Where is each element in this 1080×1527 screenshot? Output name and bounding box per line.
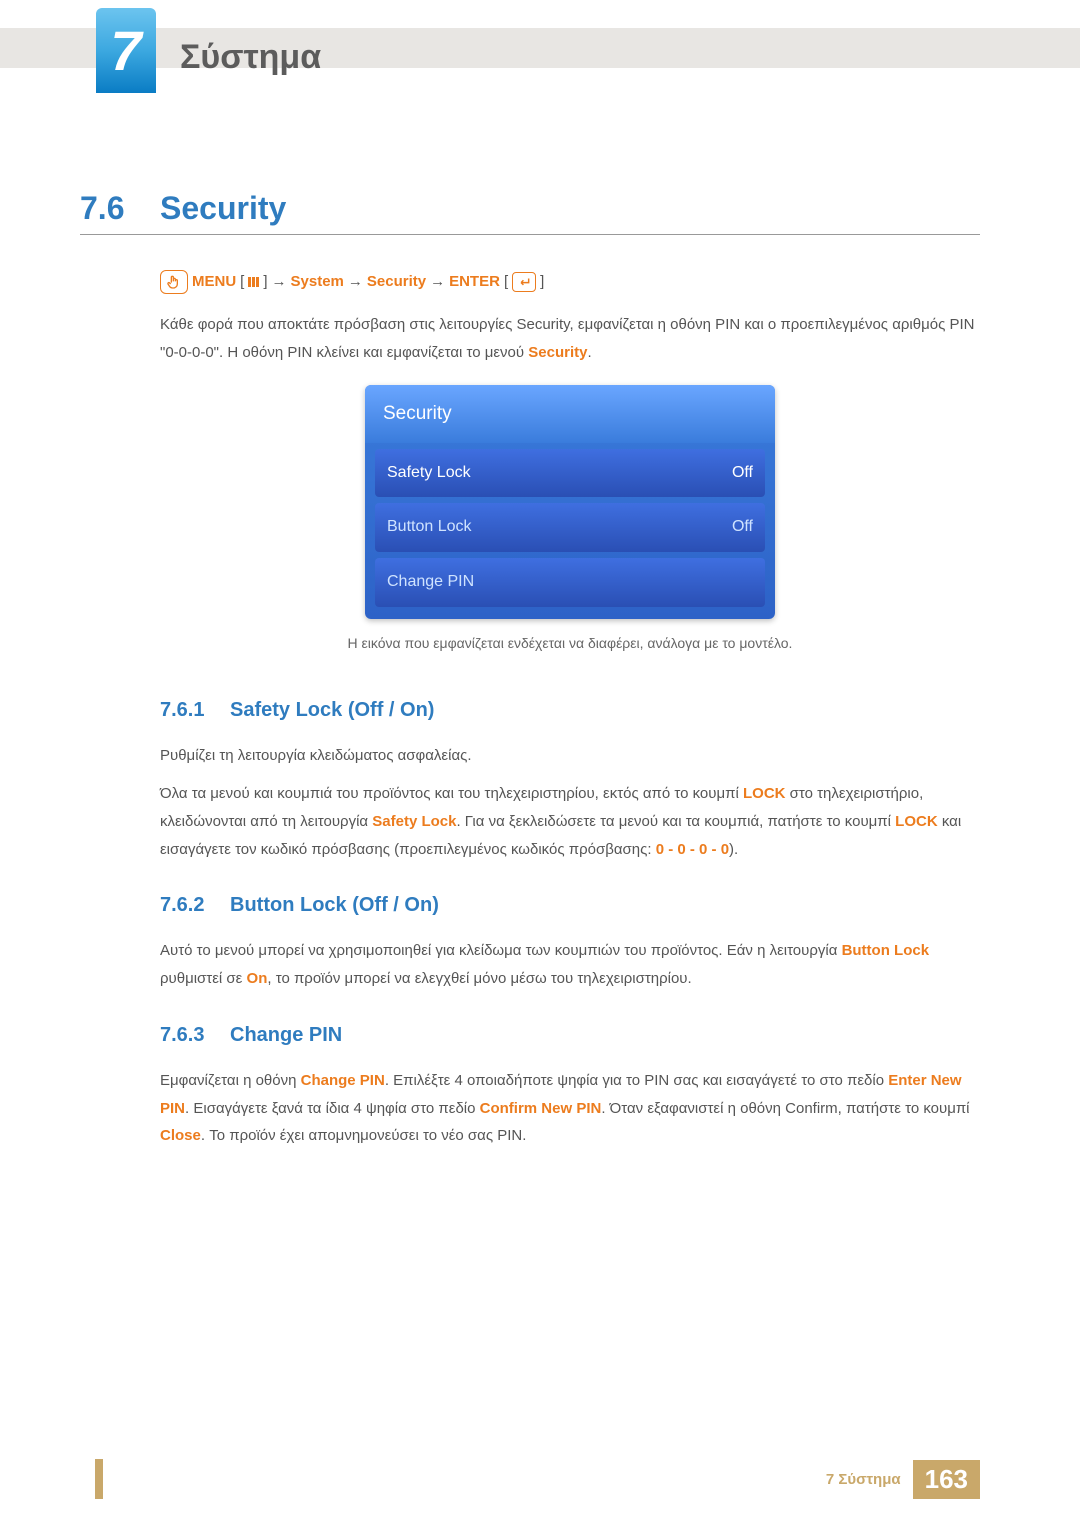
safety-lock-word: Safety Lock (372, 813, 456, 830)
row-label: Change PIN (387, 568, 474, 597)
bracket-close: ] (540, 268, 544, 295)
on-word: On (247, 970, 268, 987)
bracket-open: [ (504, 268, 508, 295)
s1-p2: Όλα τα μενού και κουμπιά του προϊόντος κ… (160, 780, 980, 863)
close-word: Close (160, 1127, 201, 1144)
button-lock-word: Button Lock (842, 942, 930, 959)
binding-mark (95, 1459, 103, 1499)
txt: . Το προϊόν έχει απομνημονεύσει το νέο σ… (201, 1127, 527, 1144)
hand-icon (160, 270, 188, 294)
enter-icon (512, 272, 536, 292)
header-banner (0, 28, 1080, 68)
change-pin-word: Change PIN (301, 1072, 385, 1089)
arrow-icon: → (430, 268, 445, 295)
enter-label: ENTER (449, 268, 500, 295)
screenshot-caption: Η εικόνα που εμφανίζεται ενδέχεται να δι… (160, 631, 980, 656)
security-menu-screenshot: Security Safety Lock Off Button Lock Off… (365, 385, 775, 620)
lock-word: LOCK (895, 813, 938, 830)
sub-title: Safety Lock (Off / On) (230, 692, 434, 728)
intro-paragraph: Κάθε φορά που αποκτάτε πρόσβαση στις λει… (160, 311, 980, 367)
row-value: Off (732, 459, 753, 488)
pin-default: 0 - 0 - 0 - 0 (656, 841, 729, 858)
subsection-heading-change-pin: 7.6.3 Change PIN (160, 1017, 980, 1053)
s1-p1: Ρυθμίζει τη λειτουργία κλειδώματος ασφαλ… (160, 742, 980, 770)
txt: , το προϊόν μπορεί να ελεγχθεί μόνο μέσω… (267, 970, 691, 987)
bracket-open: [ (240, 268, 244, 295)
path-security: Security (367, 268, 426, 295)
chapter-number-tab: 7 (96, 8, 156, 93)
sub-num: 7.6.1 (160, 692, 216, 728)
menu-row-change-pin: Change PIN (375, 558, 765, 607)
page-footer: 7 Σύστημα 163 (826, 1460, 980, 1499)
row-label: Button Lock (387, 513, 472, 542)
row-value: Off (732, 513, 753, 542)
txt: . Επιλέξτε 4 οποιαδήποτε ψηφία για το PI… (385, 1072, 888, 1089)
chapter-number: 7 (110, 18, 141, 83)
arrow-icon: → (348, 268, 363, 295)
section-number: 7.6 (80, 190, 124, 227)
sub-title: Change PIN (230, 1017, 342, 1053)
intro-period: . (587, 344, 591, 361)
lock-word: LOCK (743, 785, 786, 802)
txt: . Εισαγάγετε ξανά τα ίδια 4 ψηφία στο πε… (185, 1100, 480, 1117)
confirm-new-pin-word: Confirm New PIN (480, 1100, 602, 1117)
txt: ρυθμιστεί σε (160, 970, 247, 987)
txt: Αυτό το μενού μπορεί να χρησιμοποιηθεί γ… (160, 942, 842, 959)
arrow-icon: → (272, 268, 287, 295)
path-system: System (291, 268, 344, 295)
menu-grid-icon (248, 277, 259, 287)
footer-chapter-label: 7 Σύστημα (826, 1471, 901, 1488)
section-divider (80, 234, 980, 235)
menu-header: Security (365, 385, 775, 443)
content-area: MENU [ ] → System → Security → ENTER [ ]… (160, 268, 980, 1160)
sub-title: Button Lock (Off / On) (230, 887, 439, 923)
subsection-heading-button-lock: 7.6.2 Button Lock (Off / On) (160, 887, 980, 923)
chapter-title: Σύστημα (180, 38, 321, 77)
bracket-close: ] (263, 268, 267, 295)
txt: . Για να ξεκλειδώσετε τα μενού και τα κο… (456, 813, 895, 830)
txt: Εμφανίζεται η οθόνη (160, 1072, 301, 1089)
s3-p1: Εμφανίζεται η οθόνη Change PIN. Επιλέξτε… (160, 1067, 980, 1150)
sub-num: 7.6.3 (160, 1017, 216, 1053)
section-title: Security (160, 190, 286, 227)
txt: Όλα τα μενού και κουμπιά του προϊόντος κ… (160, 785, 743, 802)
txt: . Όταν εξαφανιστεί η οθόνη Confirm, πατή… (601, 1100, 969, 1117)
menu-label: MENU (192, 268, 236, 295)
menu-path: MENU [ ] → System → Security → ENTER [ ] (160, 268, 980, 295)
row-label: Safety Lock (387, 459, 471, 488)
subsection-heading-safety-lock: 7.6.1 Safety Lock (Off / On) (160, 692, 980, 728)
page-number: 163 (913, 1460, 980, 1499)
sub-num: 7.6.2 (160, 887, 216, 923)
intro-security-word: Security (528, 344, 587, 361)
s2-p1: Αυτό το μενού μπορεί να χρησιμοποιηθεί γ… (160, 937, 980, 993)
menu-row-safety-lock: Safety Lock Off (375, 449, 765, 498)
menu-row-button-lock: Button Lock Off (375, 503, 765, 552)
txt: ). (729, 841, 738, 858)
